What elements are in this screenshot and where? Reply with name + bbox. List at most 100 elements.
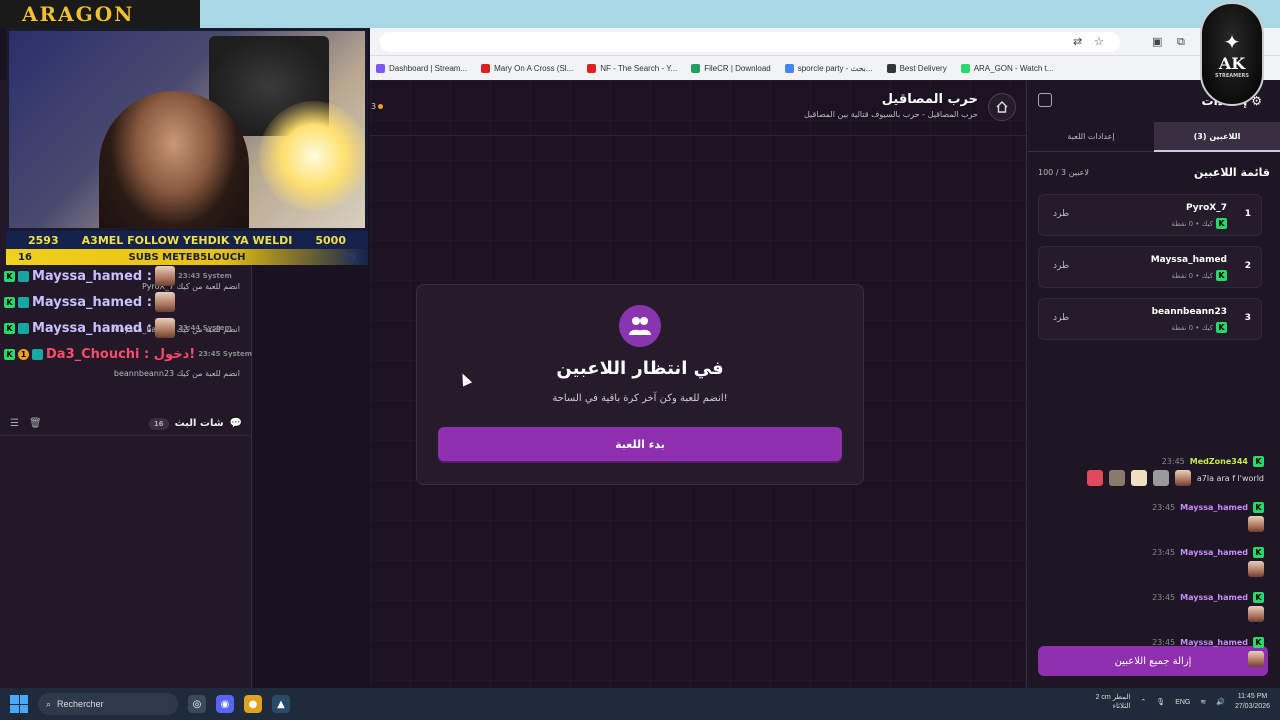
kick-player-button[interactable]: طرد <box>1053 313 1069 323</box>
badge-icon <box>18 270 29 282</box>
sort-icon[interactable]: ☰ <box>10 418 19 429</box>
clock[interactable]: 11:45 PM 27/03/2026 <box>1235 692 1270 712</box>
overlay-chat-row: K1 Da3_Chouchi : دخول! 23:45 System <box>0 342 252 366</box>
overlay-faded-text: 23:44 System <box>177 324 232 332</box>
chat-title: شات البث <box>174 418 224 429</box>
bookmark-favicon-icon <box>784 63 794 73</box>
kick-platform-icon: K <box>1216 218 1227 229</box>
bookmark-favicon-icon <box>960 63 970 73</box>
start-game-button[interactable]: بدء اللعبة <box>438 427 842 461</box>
bookmark-label: Mary On A Cross (Sl... <box>494 63 574 73</box>
bookmark-item[interactable]: sporcle party - بحث... <box>784 63 873 73</box>
search-icon: ⌕ <box>46 698 52 709</box>
windows-start-icon[interactable] <box>10 695 28 713</box>
app-icon[interactable]: ▲ <box>272 695 290 713</box>
player-meta-text: كيك • 0 نقطة <box>1171 219 1213 228</box>
bookmark-item[interactable]: Best Delivery <box>886 63 947 73</box>
kick-icon: K <box>4 296 15 308</box>
player-meta: كيك • 0 نقطة K <box>1171 322 1227 333</box>
microphone-icon[interactable]: 🎙 <box>1156 698 1165 706</box>
settings-tabs: إعدادات اللعبة اللاعبين (3) <box>1028 122 1280 152</box>
game-header <box>370 80 1026 136</box>
tab-game-settings[interactable]: إعدادات اللعبة <box>1028 122 1154 152</box>
streamer-image <box>99 91 249 228</box>
kick-icon: K <box>4 270 15 282</box>
chat-title-group: 16 شات البث 💬 <box>148 417 242 430</box>
bookmark-item[interactable]: Mary On A Cross (Sl... <box>481 63 574 73</box>
player-list-header: 100 / 3 لاعبين قائمة اللاعبين <box>1038 166 1270 179</box>
message-user[interactable]: Mayssa_hamed <box>1180 638 1248 647</box>
volume-icon[interactable]: 🔊 <box>1216 698 1225 706</box>
tab-players[interactable]: اللاعبين (3) <box>1154 122 1280 152</box>
game-title: حرب المصاقيل <box>881 92 978 107</box>
address-bar[interactable] <box>380 32 1120 52</box>
player-card: 3 beannbeann23 كيك • 0 نقطة K طرد <box>1038 298 1262 340</box>
wifi-icon[interactable]: ≋ <box>1200 698 1206 706</box>
message-user[interactable]: MedZone344 <box>1190 457 1248 466</box>
player-list-count: 100 / 3 لاعبين <box>1038 168 1089 177</box>
kick-player-button[interactable]: طرد <box>1053 261 1069 271</box>
discord-icon[interactable]: ◉ <box>216 695 234 713</box>
player-count-indicator: 3 <box>371 102 384 111</box>
kick-player-button[interactable]: طرد <box>1053 209 1069 219</box>
clock-date: 27/03/2026 <box>1234 703 1270 710</box>
chevron-up-icon[interactable]: ⌃ <box>1140 698 1146 706</box>
home-button[interactable] <box>988 93 1016 121</box>
collapse-panel-icon[interactable] <box>1038 93 1052 107</box>
waiting-title: في انتظار اللاعبين <box>556 358 724 379</box>
badge-icon <box>32 348 43 360</box>
bookmark-item[interactable]: Dashboard | Stream... <box>376 63 468 73</box>
taskbar-search[interactable]: ⌕ Rechercher <box>38 693 178 715</box>
kick-icon: K <box>4 348 15 360</box>
bookmark-label: FileCR | Download <box>704 63 771 73</box>
bookmark-item[interactable]: NF - The Search - Y... <box>587 63 678 73</box>
trash-icon[interactable]: 🗑 <box>29 418 42 429</box>
subs-goal-text: SUBS METEB5LOUCH <box>128 251 246 263</box>
steam-icon[interactable]: ◎ <box>188 695 206 713</box>
chat-bubble-icon: 💬 <box>229 418 242 429</box>
player-meta: كيك • 0 نقطة K <box>1171 270 1227 281</box>
chrome-icon[interactable]: ● <box>244 695 262 713</box>
player-card: 2 Mayssa_hamed كيك • 0 نقطة K طرد <box>1038 246 1262 288</box>
status-dot-icon <box>378 104 384 109</box>
bookmark-item[interactable]: FileCR | Download <box>691 63 771 73</box>
emote-icon <box>154 292 175 312</box>
chat-message: 23:45 Mayssa_hamed K <box>1044 592 1264 622</box>
message-text: a7la ara f l'world <box>1196 473 1264 483</box>
message-user[interactable]: Mayssa_hamed <box>1180 503 1248 512</box>
bookmark-favicon-icon <box>691 63 701 73</box>
kick-platform-icon: K <box>1216 270 1227 281</box>
eagle-icon: ✦ <box>1223 29 1241 54</box>
language-indicator[interactable]: ENG <box>1175 699 1190 706</box>
home-icon <box>996 101 1008 113</box>
message-user[interactable]: Mayssa_hamed <box>1180 593 1248 602</box>
users-icon <box>619 305 661 347</box>
bookmark-label: ARA_GON - Watch t... <box>973 63 1054 73</box>
level-badge-icon: 1 <box>18 348 29 360</box>
chat-message: 23:45 Mayssa_hamed K <box>1044 502 1264 532</box>
bookmark-label: NF - The Search - Y... <box>600 63 678 73</box>
ak-letters: AK <box>1218 53 1246 73</box>
message-user[interactable]: Mayssa_hamed <box>1180 548 1248 557</box>
bookmark-label: sporcle party - بحث... <box>797 63 873 73</box>
translate-icon[interactable]: ⇄ <box>1073 35 1082 48</box>
kick-platform-icon: K <box>1216 322 1227 333</box>
message-time: 23:45 <box>1152 638 1176 647</box>
follow-target: 5000 <box>315 233 346 247</box>
extension-icon[interactable]: ▣ <box>1152 35 1162 48</box>
bookmark-item[interactable]: ARA_GON - Watch t... <box>960 63 1054 73</box>
overlay-chat-row: K Mayssa_hamed : 23:44 System <box>0 316 232 340</box>
kick-icon: K <box>1253 592 1264 603</box>
overlay-faded-text: 23:45 System <box>198 350 253 358</box>
player-rank: 3 <box>1244 313 1251 323</box>
player-rank: 2 <box>1244 261 1251 271</box>
weather-widget[interactable]: 2 cm المطر الثلاثاء <box>1096 693 1131 711</box>
light-glow <box>259 101 365 211</box>
subs-current: 16 <box>18 251 32 263</box>
emote-icon <box>154 266 175 286</box>
star-icon[interactable]: ☆ <box>1094 35 1104 48</box>
bookmark-label: Dashboard | Stream... <box>389 63 468 73</box>
emote-icon <box>1174 470 1191 486</box>
puzzle-icon[interactable]: ⧉ <box>1177 35 1185 49</box>
bookmark-favicon-icon <box>587 63 597 73</box>
